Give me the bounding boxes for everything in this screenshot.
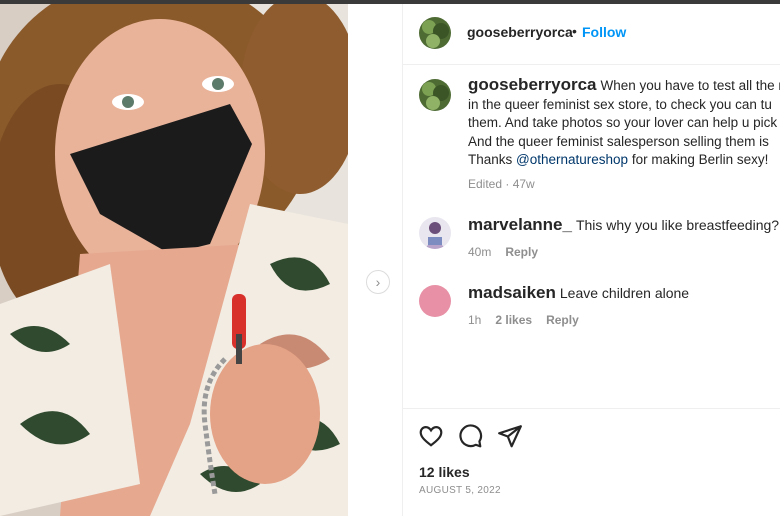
caption-line-1: When you have to test all the r (601, 78, 780, 93)
comment-avatar[interactable] (419, 217, 451, 249)
comment-meta: 1h 2 likes Reply (468, 313, 593, 327)
comment-body: This why you like breastfeeding? (576, 217, 779, 233)
post-actions: 12 likes AUGUST 5, 2022 (403, 408, 780, 517)
comment-icon[interactable] (457, 423, 483, 449)
follow-button[interactable]: Follow (582, 24, 626, 40)
post-date: AUGUST 5, 2022 (419, 485, 501, 496)
likes-count[interactable]: 12 likes (419, 464, 470, 480)
caption-text: gooseberryorca When you have to test all … (468, 76, 780, 170)
comment-body: Leave children alone (560, 285, 689, 301)
reply-button[interactable]: Reply (546, 313, 579, 327)
author-username[interactable]: gooseberryorca (467, 24, 573, 40)
comment-username[interactable]: marvelanne_ (468, 215, 572, 234)
heart-icon[interactable] (418, 423, 444, 449)
comment-time: 1h (468, 313, 481, 327)
caption-line-5-suffix: for making Berlin sexy! (628, 152, 768, 167)
photo-illustration (0, 4, 348, 516)
caption-line-5-prefix: Thanks (468, 152, 516, 167)
caption-username[interactable]: gooseberryorca (468, 75, 597, 94)
comment-item: madsaikenLeave children alone 1h 2 likes R… (403, 283, 780, 339)
caption-line-4: And the queer feminist salesperson selli… (468, 134, 769, 149)
reply-button[interactable]: Reply (505, 245, 538, 259)
comment-username[interactable]: madsaiken (468, 283, 556, 302)
comment-text: madsaikenLeave children alone (468, 283, 689, 303)
caption-line-3: them. And take photos so your lover can … (468, 115, 777, 130)
separator-dot: • (572, 23, 577, 39)
comment-text: marvelanne_This why you like breastfeedi… (468, 215, 779, 235)
post-photo[interactable] (0, 4, 348, 516)
next-photo-button[interactable]: › (366, 270, 390, 294)
paper-plane-icon[interactable] (497, 423, 523, 449)
chevron-right-icon: › (376, 274, 381, 290)
author-avatar[interactable] (419, 17, 451, 49)
comment-meta: 40m Reply (468, 245, 552, 259)
caption-line-2: in the queer feminist sex store, to chec… (468, 97, 772, 112)
post-caption: gooseberryorca When you have to test all … (403, 76, 780, 196)
comment-time: 40m (468, 245, 491, 259)
caption-avatar[interactable] (419, 79, 451, 111)
comment-likes[interactable]: 2 likes (495, 313, 532, 327)
post-header: gooseberryorca • Follow (403, 4, 780, 65)
mention-link[interactable]: @othernatureshop (516, 152, 628, 167)
comment-item: marvelanne_This why you like breastfeedi… (403, 215, 780, 271)
caption-meta: Edited · 47w (468, 177, 535, 191)
comment-avatar[interactable] (419, 285, 451, 317)
